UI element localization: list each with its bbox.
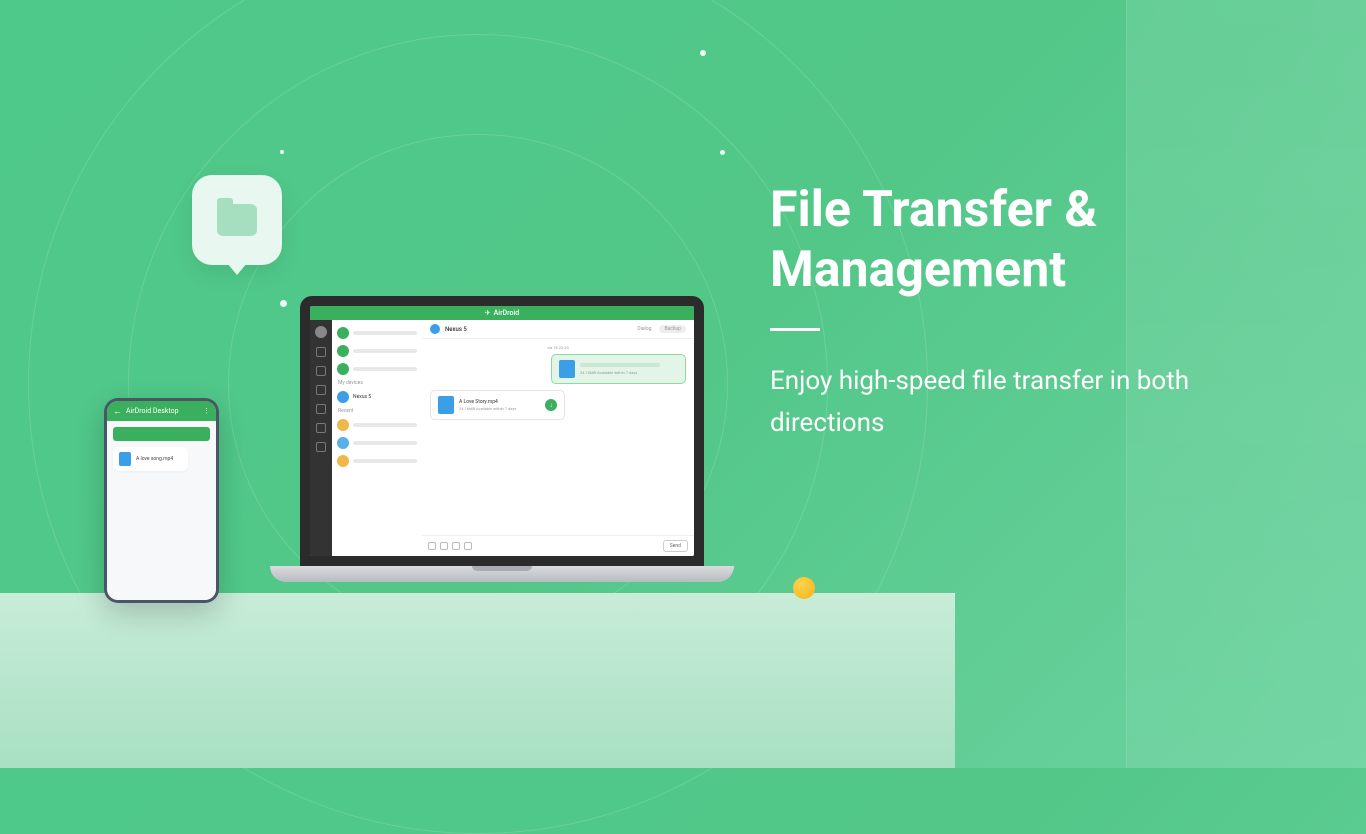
chat-messages: via 16 22:23 24.16MB Available within 7 … <box>422 339 694 535</box>
contacts-panel: My devices Nexus 5 Recent <box>332 320 422 556</box>
contact-row <box>332 324 422 342</box>
contacts-icon <box>316 385 326 395</box>
tab-backup: Backup <box>659 325 686 333</box>
section-label: My devices <box>332 378 422 388</box>
file-icon <box>438 396 454 414</box>
folder-badge <box>192 175 282 265</box>
app-brand: AirDroid <box>494 309 520 317</box>
contact-row <box>332 452 422 470</box>
laptop-screen: ✈ AirDroid <box>310 306 694 556</box>
more-icon: ⋮ <box>203 407 210 415</box>
image-icon <box>440 542 448 550</box>
send-icon <box>316 347 326 357</box>
contact-row <box>332 342 422 360</box>
contact-row: Nexus 5 <box>332 388 422 406</box>
file-meta: 24.16MB Available within 7 days <box>580 370 678 375</box>
send-button: Send <box>663 540 688 552</box>
decorative-ball <box>793 577 815 599</box>
paper-plane-icon: ✈ <box>485 309 491 317</box>
phone-app-header: ← AirDroid Desktop ⋮ <box>107 401 216 421</box>
file-meta: 24.16MB Available within 7 days <box>459 406 540 411</box>
contact-row <box>332 434 422 452</box>
chat-panel: Nexus 5 Dialog Backup via 16 22:23 <box>422 320 694 556</box>
settings-icon <box>316 442 326 452</box>
desktop-app: ✈ AirDroid <box>310 306 694 556</box>
tab-dialog: Dialog <box>632 325 656 333</box>
section-label: Recent <box>332 406 422 416</box>
file-icon <box>559 360 575 378</box>
phone-banner <box>113 427 210 441</box>
chat-header: Nexus 5 Dialog Backup <box>422 320 694 339</box>
app-icon <box>464 542 472 550</box>
phone-mockup: ← AirDroid Desktop ⋮ A love song.mp4 <box>104 398 219 603</box>
avatar <box>315 326 327 338</box>
laptop-base <box>270 566 734 582</box>
hero-section: File Transfer & Management Enjoy high-sp… <box>770 180 1366 444</box>
decorative-dot <box>280 150 284 154</box>
laptop-screen-frame: ✈ AirDroid <box>300 296 704 566</box>
laptop-mockup: ✈ AirDroid <box>270 296 734 582</box>
phone-body: A love song.mp4 <box>107 421 216 600</box>
back-icon: ← <box>113 406 122 417</box>
phone-file-name: A love song.mp4 <box>136 456 173 462</box>
chat-input-bar: Send <box>422 535 694 556</box>
sent-file-card: 24.16MB Available within 7 days <box>551 354 686 384</box>
app-titlebar: ✈ AirDroid <box>310 306 694 320</box>
file-name: A Love Story.mp4 <box>459 399 540 405</box>
devices-icon <box>316 366 326 376</box>
attach-icon <box>428 542 436 550</box>
received-file-card: A Love Story.mp4 24.16MB Available withi… <box>430 390 565 420</box>
file-icon <box>119 452 131 466</box>
decorative-dot <box>700 50 706 56</box>
folder-icon <box>217 204 257 236</box>
phone-app-title: AirDroid Desktop <box>126 407 179 415</box>
decorative-dot <box>720 150 725 155</box>
contact-row <box>332 360 422 378</box>
contact-row <box>332 416 422 434</box>
hero-subtitle: Enjoy high-speed file transfer in both d… <box>770 361 1290 444</box>
folder-icon <box>452 542 460 550</box>
app-sidebar <box>310 320 332 556</box>
hero-divider <box>770 328 820 331</box>
chat-title: Nexus 5 <box>445 326 467 333</box>
chat-date: via 16 22:23 <box>430 345 686 350</box>
download-icon: ↓ <box>545 399 557 411</box>
chat-avatar <box>430 324 440 334</box>
phone-file-message: A love song.mp4 <box>113 447 188 471</box>
toolbox-icon <box>316 423 326 433</box>
shelf-surface <box>0 593 955 768</box>
phone-screen: ← AirDroid Desktop ⋮ A love song.mp4 <box>107 401 216 600</box>
hero-title: File Transfer & Management <box>770 180 1366 300</box>
notifications-icon <box>316 404 326 414</box>
